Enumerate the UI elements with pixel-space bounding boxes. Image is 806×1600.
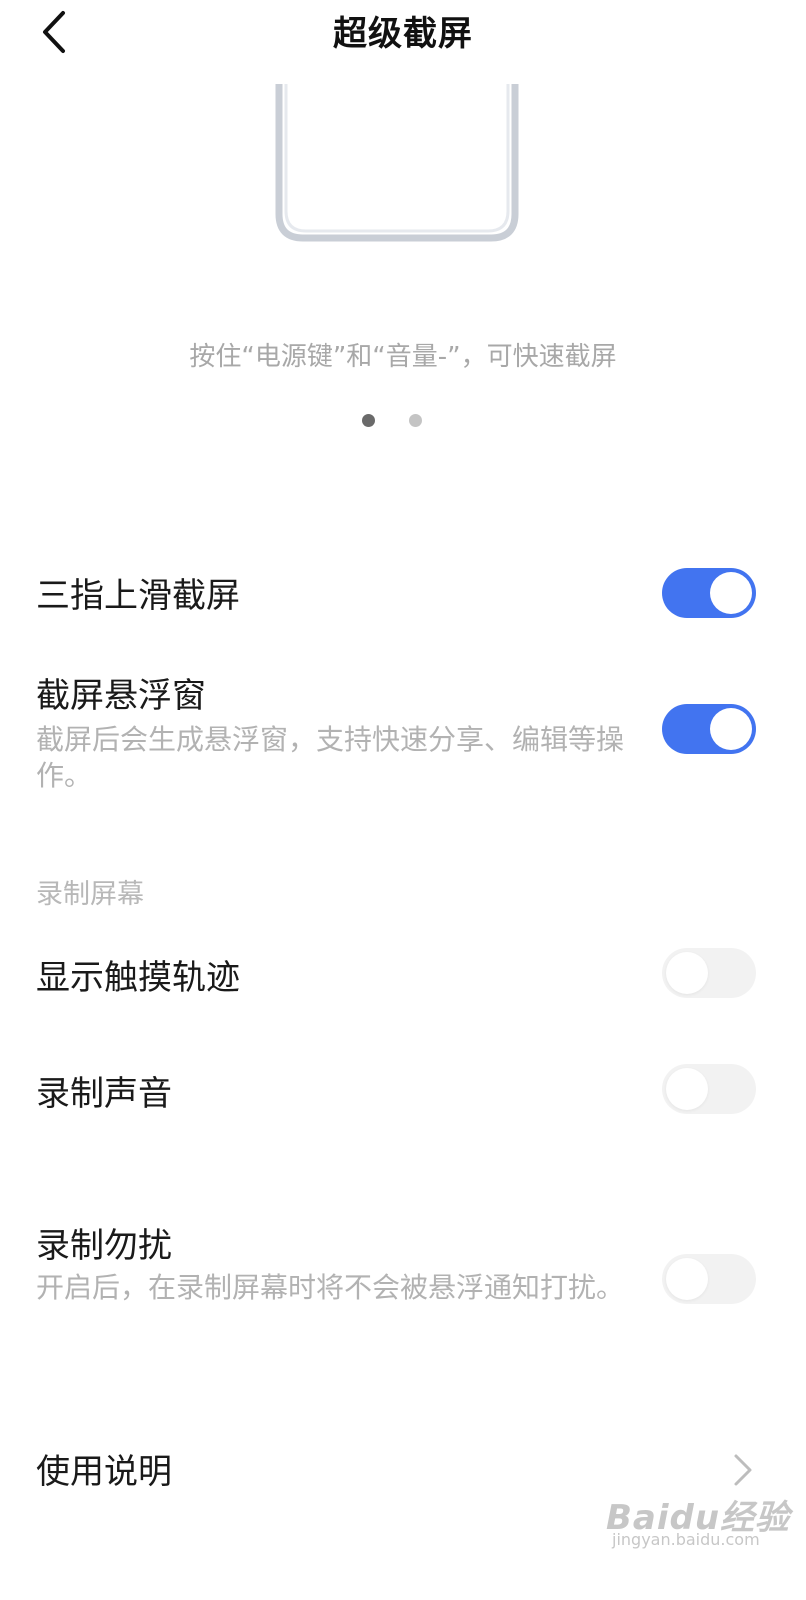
record-section-header: 录制屏幕 — [36, 879, 144, 910]
record-dnd-desc: 开启后，在录制屏幕时将不会被悬浮通知打扰。 — [36, 1271, 625, 1304]
page-indicator — [362, 414, 422, 427]
floating-window-title: 截屏悬浮窗 — [36, 676, 206, 716]
touch-trace-toggle[interactable] — [662, 948, 756, 998]
three-finger-title: 三指上滑截屏 — [36, 576, 240, 616]
record-sound-toggle[interactable] — [662, 1064, 756, 1114]
record-dnd-title: 录制勿扰 — [36, 1226, 172, 1266]
page-dot — [409, 414, 422, 427]
three-finger-toggle[interactable] — [662, 568, 756, 618]
instructions-item[interactable]: 使用说明 — [36, 1444, 172, 1493]
baidu-watermark: Baidu经验 jingyan.baidu.com — [600, 1490, 800, 1554]
toggle-knob — [710, 708, 752, 750]
floating-window-desc: 截屏后会生成悬浮窗，支持快速分享、编辑等操作。 — [36, 723, 625, 792]
watermark-url: jingyan.baidu.com — [612, 1530, 760, 1549]
touch-trace-title: 显示触摸轨迹 — [36, 958, 240, 998]
toggle-knob — [666, 952, 708, 994]
toggle-knob — [666, 1068, 708, 1110]
toggle-knob — [710, 572, 752, 614]
page-dot-active — [362, 414, 375, 427]
record-sound-title: 录制声音 — [36, 1074, 172, 1114]
page-title: 超级截屏 — [333, 14, 473, 54]
floating-window-toggle[interactable] — [662, 704, 756, 754]
record-dnd-toggle[interactable] — [662, 1254, 756, 1304]
chevron-right-icon[interactable] — [730, 1450, 756, 1490]
phone-illustration — [275, 84, 519, 242]
header-bar: 超级截屏 — [0, 0, 806, 78]
screenshot-hint: 按住“电源键”和“音量-”，可快速截屏 — [189, 342, 617, 372]
toggle-knob — [666, 1258, 708, 1300]
